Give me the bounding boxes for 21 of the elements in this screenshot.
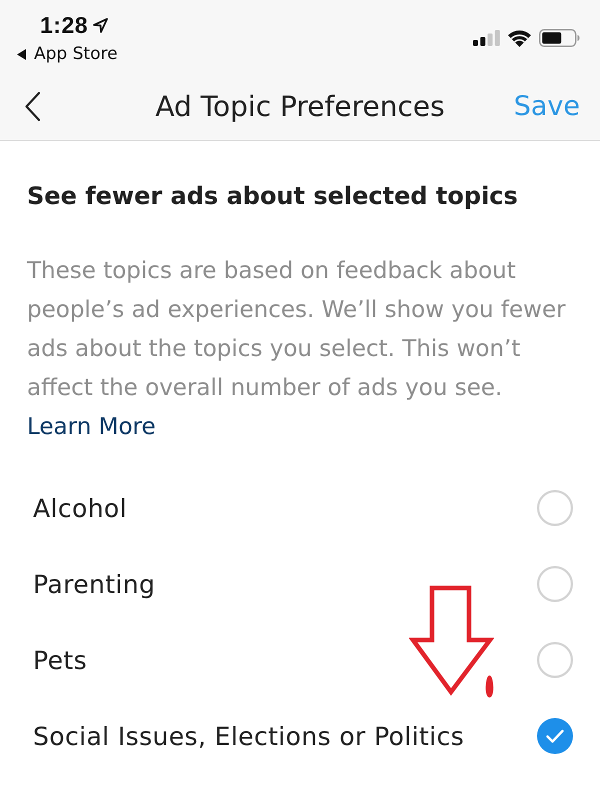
back-icon[interactable] [24, 90, 41, 122]
back-triangle-icon [17, 48, 26, 60]
battery-icon [539, 29, 580, 47]
radio-button[interactable] [537, 566, 573, 602]
radio-button[interactable] [537, 718, 573, 754]
topic-label: Social Issues, Elections or Politics [33, 722, 464, 750]
wifi-icon [508, 30, 531, 46]
location-arrow-icon [93, 18, 108, 32]
description-text: These topics are based on feedback about people’s ad experiences. We’ll show you fewer ads about the topics you select. This won’t affect the overall number of ads you see. Learn More [27, 257, 567, 442]
radio-button[interactable] [537, 490, 573, 526]
section-heading: See fewer ads about selected topics [27, 181, 519, 211]
learn-more-link[interactable]: Learn More [27, 414, 156, 440]
topic-label: Pets [33, 646, 87, 674]
dot-icon [485, 675, 494, 698]
page-title: Ad Topic Preferences [155, 90, 445, 122]
topic-label: Parenting [33, 570, 156, 598]
status-time: 1:28 [40, 11, 88, 39]
topic-label: Alcohol [33, 494, 127, 522]
back-to-app-link[interactable]: App Store [17, 44, 118, 64]
signal-icon [473, 30, 500, 46]
radio-button[interactable] [537, 642, 573, 678]
